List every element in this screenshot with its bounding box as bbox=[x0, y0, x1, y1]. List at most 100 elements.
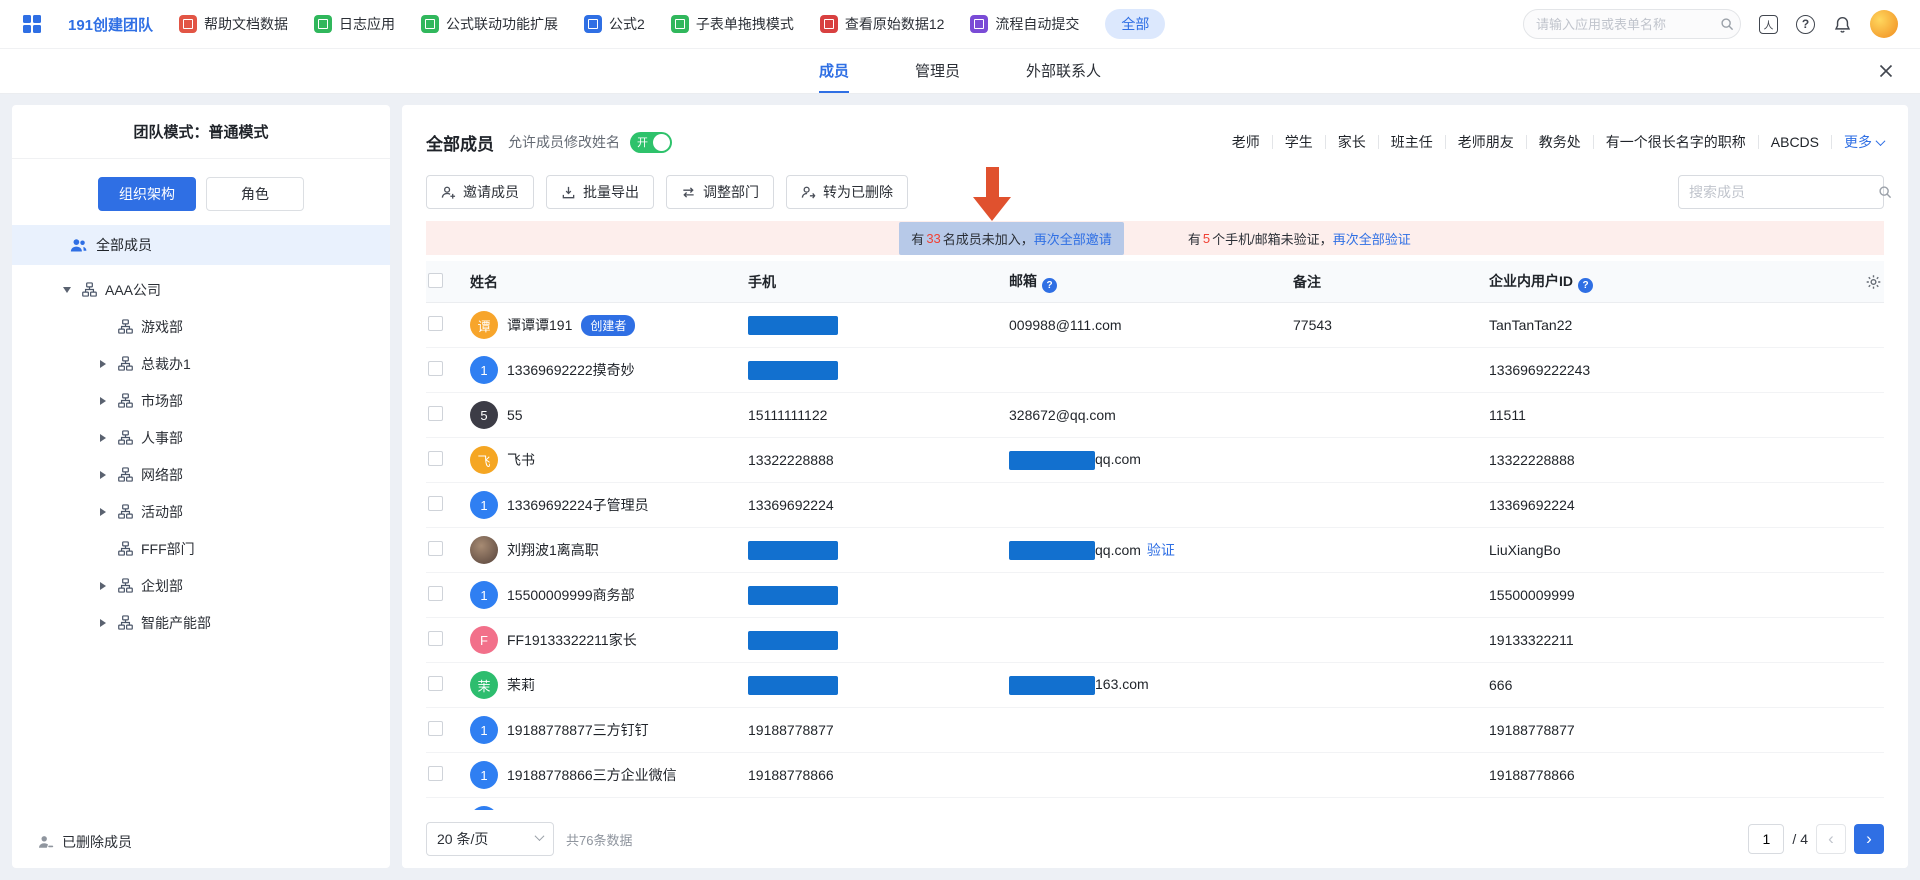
row-checkbox[interactable] bbox=[428, 631, 443, 646]
page-number-input[interactable] bbox=[1748, 824, 1784, 854]
main-tab[interactable]: 成员 bbox=[819, 49, 849, 93]
toolbar-button-label: 邀请成员 bbox=[463, 182, 519, 202]
userid-help-icon[interactable] bbox=[1578, 278, 1593, 293]
members-panel: 全部成员 允许成员修改姓名 开 老师学生家长班主任老师朋友教务处有一个很长名字的… bbox=[402, 105, 1908, 868]
deleted-members-link[interactable]: 已删除成员 bbox=[12, 818, 390, 868]
chevron-down-icon bbox=[1876, 136, 1886, 146]
row-checkbox[interactable] bbox=[428, 496, 443, 511]
tree-node[interactable]: 游戏部 bbox=[12, 308, 390, 345]
role-filter[interactable]: 家长 bbox=[1326, 135, 1379, 149]
member-name: 19188778877三方钉钉 bbox=[507, 720, 649, 740]
department-tree: AAA公司游戏部总裁办1市场部人事部网络部活动部FFF部门企划部智能产能部 bbox=[12, 265, 390, 818]
app-tab[interactable]: 子表单拖拽模式 bbox=[671, 14, 794, 34]
role-filter[interactable]: 老师 bbox=[1220, 135, 1273, 149]
app-tab-label: 子表单拖拽模式 bbox=[696, 14, 794, 34]
all-members-node[interactable]: 全部成员 bbox=[12, 225, 390, 265]
row-checkbox[interactable] bbox=[428, 316, 443, 331]
avatar: 飞 bbox=[470, 446, 498, 474]
allow-rename-toggle[interactable]: 开 bbox=[630, 132, 672, 153]
member-userid: TanTanTan22 bbox=[1489, 317, 1884, 333]
verify-link[interactable]: 验证 bbox=[1147, 542, 1175, 558]
role-tab[interactable]: 角色 bbox=[206, 177, 304, 211]
row-checkbox[interactable] bbox=[428, 766, 443, 781]
table-row: 谭谭谭谭191创建者009988@111.com77543TanTanTan22 bbox=[426, 303, 1884, 348]
table-header: 姓名 手机 邮箱 备注 企业内用户ID bbox=[426, 261, 1884, 303]
tree-node[interactable]: 网络部 bbox=[12, 456, 390, 493]
next-page-button[interactable] bbox=[1854, 824, 1884, 854]
tree-node[interactable]: 企划部 bbox=[12, 567, 390, 604]
notification-bell-icon[interactable] bbox=[1833, 15, 1852, 34]
select-all-checkbox[interactable] bbox=[428, 273, 443, 288]
main-tabs: 成员 管理员 外部联系人 bbox=[819, 49, 1101, 93]
batch-export-button[interactable]: 批量导出 bbox=[546, 175, 654, 209]
page-size-select[interactable]: 20 条/页 bbox=[426, 822, 554, 856]
invite-notice: 有33名成员未加入，再次全部邀请 bbox=[899, 222, 1124, 255]
app-tab[interactable]: 日志应用 bbox=[314, 14, 395, 34]
avatar: 1 bbox=[470, 581, 498, 609]
row-checkbox[interactable] bbox=[428, 586, 443, 601]
verify-notice: 有5个手机/邮箱未验证，再次全部验证 bbox=[1188, 229, 1411, 248]
tree-node[interactable]: FFF部门 bbox=[12, 530, 390, 567]
row-checkbox[interactable] bbox=[428, 451, 443, 466]
invite-member-button[interactable]: 邀请成员 bbox=[426, 175, 534, 209]
more-roles-link[interactable]: 更多 bbox=[1832, 132, 1884, 152]
workbench-icon[interactable] bbox=[1759, 15, 1778, 34]
member-table-body: 谭谭谭谭191创建者009988@111.com77543TanTanTan22… bbox=[426, 303, 1884, 868]
tree-node[interactable]: 市场部 bbox=[12, 382, 390, 419]
tree-node[interactable]: 人事部 bbox=[12, 419, 390, 456]
row-checkbox[interactable] bbox=[428, 676, 443, 691]
close-icon[interactable] bbox=[1878, 63, 1894, 79]
all-apps-pill[interactable]: 全部 bbox=[1105, 9, 1165, 39]
row-checkbox[interactable] bbox=[428, 541, 443, 556]
user-avatar[interactable] bbox=[1870, 10, 1898, 38]
app-search-input[interactable] bbox=[1536, 17, 1712, 32]
row-checkbox[interactable] bbox=[428, 721, 443, 736]
role-filter[interactable]: 班主任 bbox=[1379, 135, 1446, 149]
prev-page-button[interactable] bbox=[1816, 824, 1846, 854]
app-icon bbox=[314, 15, 332, 33]
redacted-email bbox=[1009, 676, 1095, 695]
org-structure-tab[interactable]: 组织架构 bbox=[98, 177, 196, 211]
help-icon[interactable] bbox=[1796, 15, 1815, 34]
member-email: 009988@111.com bbox=[1009, 317, 1122, 333]
caret-icon bbox=[96, 434, 110, 442]
role-filter[interactable]: 学生 bbox=[1273, 135, 1326, 149]
app-tab[interactable]: 查看原始数据12 bbox=[820, 14, 945, 34]
role-filter[interactable]: 老师朋友 bbox=[1446, 135, 1527, 149]
member-userid: 1336969222243 bbox=[1489, 362, 1884, 378]
app-tab[interactable]: 帮助文档数据 bbox=[179, 14, 288, 34]
app-tab[interactable]: 公式2 bbox=[584, 14, 645, 34]
tree-node-label: 企划部 bbox=[141, 576, 183, 596]
move-to-deleted-button[interactable]: 转为已删除 bbox=[786, 175, 908, 209]
avatar: 茉 bbox=[470, 671, 498, 699]
role-filter[interactable]: 有一个很长名字的职称 bbox=[1594, 135, 1759, 149]
team-name[interactable]: 191创建团队 bbox=[68, 14, 153, 35]
reinvite-all-link[interactable]: 再次全部邀请 bbox=[1034, 229, 1112, 248]
tree-node[interactable]: AAA公司 bbox=[12, 271, 390, 308]
app-tab[interactable]: 公式联动功能扩展 bbox=[421, 14, 558, 34]
adjust-department-button[interactable]: 调整部门 bbox=[666, 175, 774, 209]
role-filter[interactable]: ABCDS bbox=[1759, 135, 1832, 149]
email-help-icon[interactable] bbox=[1042, 278, 1057, 293]
tree-node[interactable]: 总裁办1 bbox=[12, 345, 390, 382]
reverify-all-link[interactable]: 再次全部验证 bbox=[1333, 229, 1411, 248]
grid-logo-icon[interactable] bbox=[22, 14, 42, 34]
member-search-box[interactable] bbox=[1678, 175, 1884, 209]
redacted-email bbox=[1009, 451, 1095, 470]
role-filter[interactable]: 教务处 bbox=[1527, 135, 1594, 149]
member-search-input[interactable] bbox=[1689, 184, 1870, 200]
member-name: 19188778866三方企业微信 bbox=[507, 765, 677, 785]
row-checkbox[interactable] bbox=[428, 361, 443, 376]
redacted-phone bbox=[748, 361, 838, 380]
avatar: 1 bbox=[470, 491, 498, 519]
main-tab[interactable]: 管理员 bbox=[915, 49, 960, 93]
tree-node[interactable]: 活动部 bbox=[12, 493, 390, 530]
main-tab[interactable]: 外部联系人 bbox=[1026, 49, 1101, 93]
app-icon bbox=[671, 15, 689, 33]
app-search-box[interactable] bbox=[1523, 9, 1741, 39]
department-icon bbox=[118, 430, 133, 445]
row-checkbox[interactable] bbox=[428, 406, 443, 421]
column-settings-gear-icon[interactable] bbox=[1865, 273, 1882, 290]
app-tab[interactable]: 流程自动提交 bbox=[970, 14, 1079, 34]
tree-node[interactable]: 智能产能部 bbox=[12, 604, 390, 641]
